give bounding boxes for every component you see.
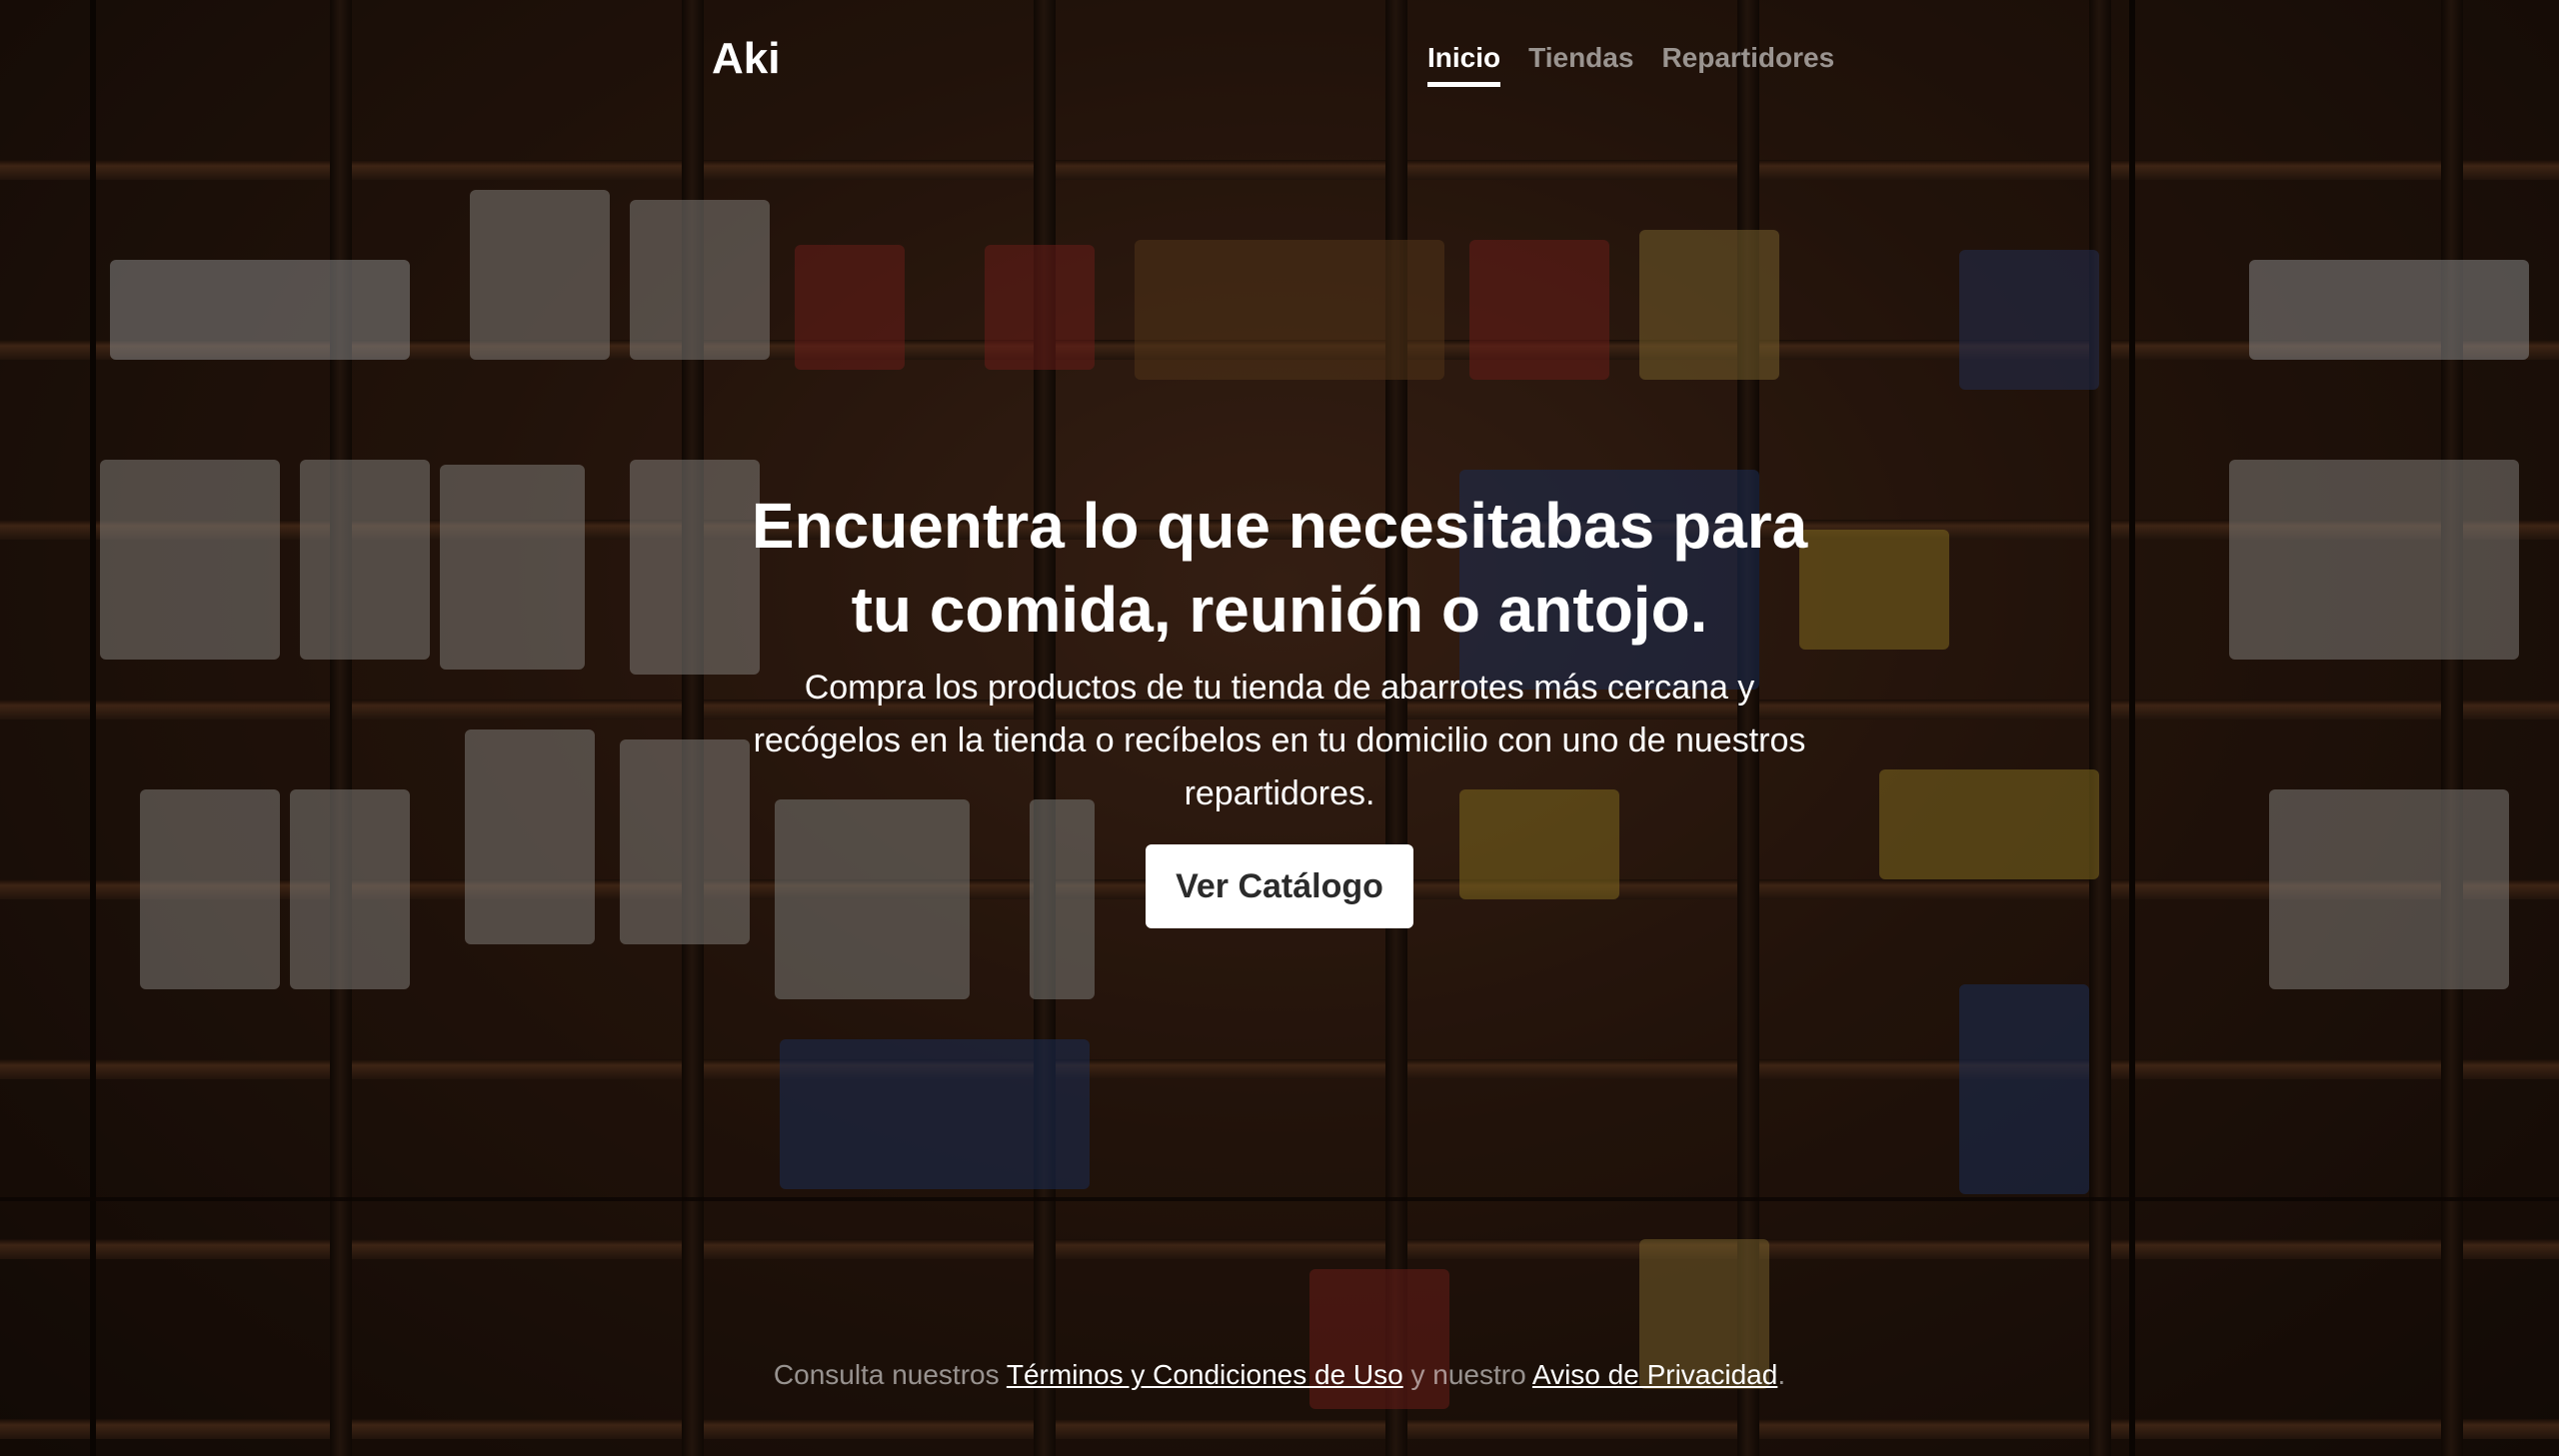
brand-logo-link[interactable]: Aki <box>712 34 780 84</box>
main-nav: Inicio Tiendas Repartidores <box>1427 42 1834 87</box>
site-header: Aki Inicio Tiendas Repartidores <box>0 28 2559 88</box>
privacy-link[interactable]: Aviso de Privacidad <box>1532 1359 1777 1390</box>
nav-link-repartidores[interactable]: Repartidores <box>1661 42 1834 87</box>
hero-title: Encuentra lo que necesitabas para tu com… <box>751 490 1808 646</box>
hero-lead-text: Compra los productos de tu tienda de aba… <box>753 669 1806 812</box>
footer-suffix-text: . <box>1777 1359 1786 1390</box>
footer-prefix-text: Consulta nuestros <box>773 1359 1007 1390</box>
site-footer: Consulta nuestros Términos y Condiciones… <box>0 1359 2559 1391</box>
footer-middle-text: y nuestro <box>1402 1359 1532 1390</box>
ver-catalogo-button[interactable]: Ver Catálogo <box>1146 844 1413 928</box>
terms-link[interactable]: Términos y Condiciones de Uso <box>1007 1359 1403 1390</box>
nav-link-inicio[interactable]: Inicio <box>1427 42 1501 87</box>
nav-link-tiendas[interactable]: Tiendas <box>1528 42 1633 87</box>
hero-section: Encuentra lo que necesitabas para tu com… <box>0 484 2559 928</box>
